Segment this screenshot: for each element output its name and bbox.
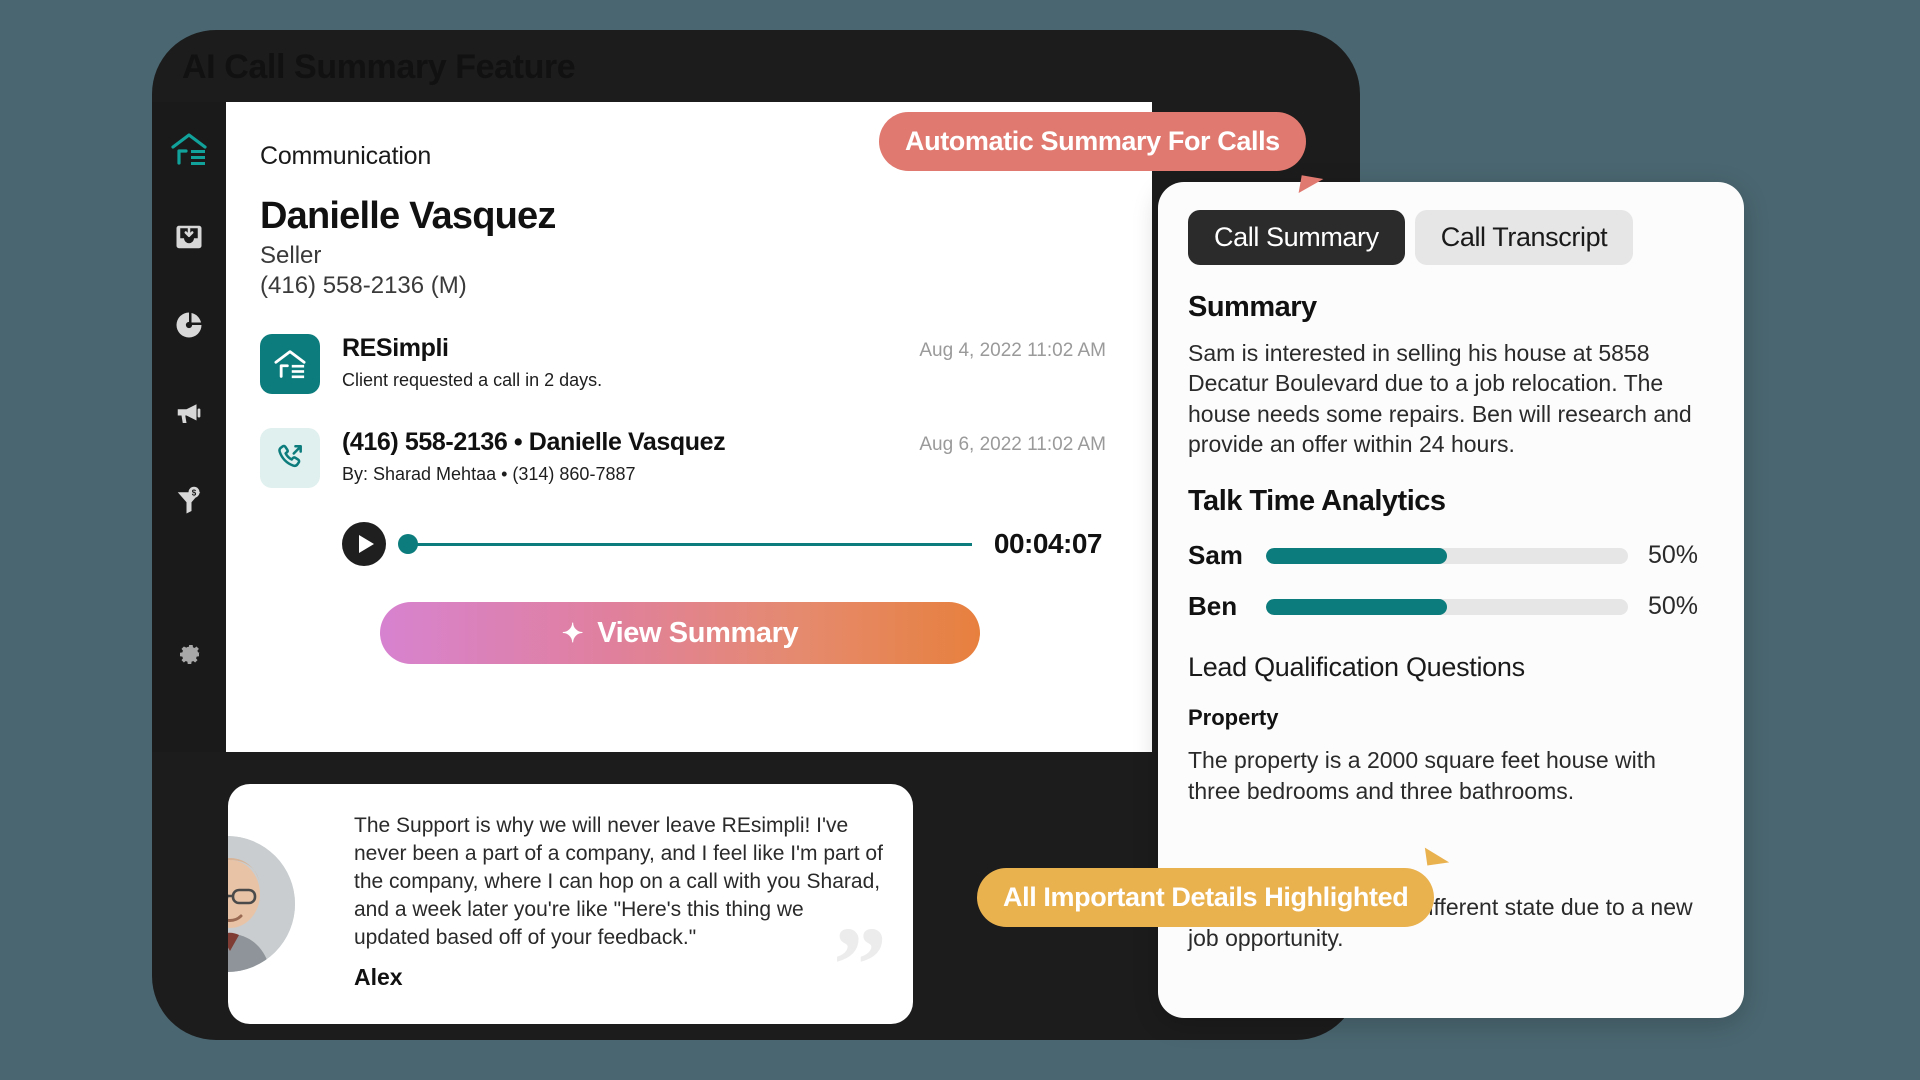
message-body: RESimpli Client requested a call in 2 da…: [342, 334, 919, 391]
lead-name: Danielle Vasquez: [260, 195, 556, 237]
badge-details-highlighted: All Important Details Highlighted: [977, 844, 1450, 927]
message-title: (416) 558-2136 • Danielle Vasquez: [342, 428, 726, 456]
sidebar-item-leads[interactable]: [168, 216, 210, 258]
talk-time-percent: 50%: [1648, 541, 1699, 570]
view-summary-button[interactable]: ✦ View Summary: [380, 602, 980, 664]
sidebar-item-analytics[interactable]: [168, 304, 210, 346]
svg-text:$: $: [192, 489, 197, 498]
summary-text: Sam is interested in selling his house a…: [1188, 340, 1692, 458]
message-title: RESimpli: [342, 334, 449, 362]
screenshot-root: AI Call Summary Feature $ Communication …: [0, 0, 1920, 1080]
badge-automatic-summary: Automatic Summary For Calls: [879, 112, 1324, 197]
message-subtitle: By: Sharad Mehtaa • (314) 860-7887: [342, 464, 636, 484]
talk-time-rows: Sam 50% Ben 50%: [1188, 540, 1714, 622]
gear-icon: [174, 636, 204, 666]
panel-tabs: Call Summary Call Transcript: [1188, 210, 1714, 265]
talk-time-bar: [1266, 547, 1628, 564]
view-summary-label: View Summary: [597, 616, 799, 649]
tab-call-summary[interactable]: Call Summary: [1188, 210, 1405, 265]
list-item[interactable]: RESimpli Client requested a call in 2 da…: [260, 334, 1152, 394]
funnel-dollar-icon: $: [174, 486, 204, 516]
badge-bottom-label: All Important Details Highlighted: [1003, 882, 1409, 912]
donut-chart-icon: [174, 310, 204, 340]
play-button[interactable]: [342, 522, 386, 566]
property-label: Property: [1188, 705, 1279, 731]
testimonial-author: Alex: [354, 963, 403, 990]
badge-top-label: Automatic Summary For Calls: [905, 126, 1280, 156]
sidebar-item-settings[interactable]: [168, 630, 210, 672]
message-timestamp: Aug 4, 2022 11:02 AM: [919, 340, 1106, 361]
talk-time-bar: [1266, 598, 1628, 615]
testimonial-card: The Support is why we will never leave R…: [228, 784, 913, 1024]
talk-time-bar-fill: [1266, 598, 1447, 615]
inbox-download-icon: [174, 222, 204, 252]
progress-knob[interactable]: [398, 534, 418, 554]
property-text: The property is a 2000 square feet house…: [1188, 747, 1656, 804]
testimonial-quote: The Support is why we will never leave R…: [354, 814, 883, 949]
talk-time-row: Sam 50%: [1188, 540, 1714, 571]
avatar: [228, 833, 298, 975]
outgoing-call-icon: [260, 428, 320, 488]
resimpli-logo-icon: [170, 132, 208, 166]
resimpli-logo-icon: [260, 334, 320, 394]
lead-phone: (416) 558-2136 (M): [260, 272, 467, 299]
list-item[interactable]: (416) 558-2136 • Danielle Vasquez By: Sh…: [260, 428, 1152, 488]
sidebar-item-marketing[interactable]: [168, 392, 210, 434]
page-title: AI Call Summary Feature: [182, 48, 576, 86]
talk-time-bar-fill: [1266, 547, 1447, 564]
tab-call-transcript[interactable]: Call Transcript: [1414, 210, 1634, 265]
play-icon: [358, 535, 374, 553]
app-window: $ Communication Danielle Vasquez Seller …: [152, 102, 1152, 752]
sidebar-item-deals[interactable]: $: [168, 480, 210, 522]
message-subtitle: Client requested a call in 2 days.: [342, 370, 603, 390]
communication-content: Communication Danielle Vasquez Seller (4…: [226, 102, 1152, 752]
speaker-name: Ben: [1188, 591, 1238, 622]
talk-time-row: Ben 50%: [1188, 591, 1714, 622]
call-duration: 00:04:07: [993, 528, 1103, 559]
message-body: (416) 558-2136 • Danielle Vasquez By: Sh…: [342, 428, 919, 485]
megaphone-icon: [174, 398, 204, 428]
lead-qualification-heading: Lead Qualification Questions: [1188, 652, 1525, 683]
talk-time-percent: 50%: [1648, 592, 1699, 621]
badge-top-tail-icon: [1298, 175, 1324, 197]
sparkle-icon: ✦: [561, 618, 584, 648]
message-timestamp: Aug 6, 2022 11:02 AM: [919, 434, 1106, 455]
badge-bottom-tail-icon: [1425, 844, 1450, 866]
speaker-name: Sam: [1188, 540, 1243, 571]
sidebar-item-resimpli[interactable]: [168, 128, 210, 170]
audio-player: 00:04:07: [342, 522, 1152, 566]
talk-time-heading: Talk Time Analytics: [1188, 485, 1446, 518]
message-list: RESimpli Client requested a call in 2 da…: [260, 334, 1152, 488]
summary-heading: Summary: [1188, 291, 1317, 323]
lead-role: Seller: [260, 242, 322, 269]
progress-slider[interactable]: [398, 534, 972, 554]
sidebar: $: [152, 102, 226, 752]
